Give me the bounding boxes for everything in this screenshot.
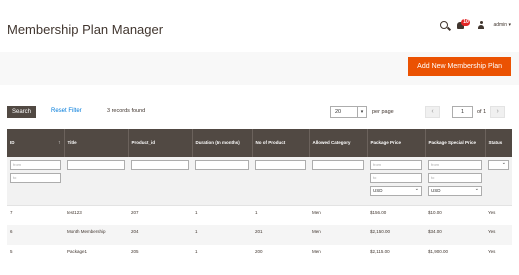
cell-no-of-product: 200	[255, 249, 263, 254]
filter-no-of-product	[252, 157, 309, 206]
cell-special-price: $1,900.00	[428, 249, 449, 254]
pagination: ‹ 1 of 1 ›	[425, 106, 506, 118]
filter-category	[309, 157, 367, 206]
cell-category: Men	[309, 225, 367, 245]
special-price-to-input[interactable]: to	[428, 173, 482, 183]
admin-menu[interactable]: admin ▾	[493, 22, 511, 28]
price-to-input[interactable]: to	[370, 173, 422, 183]
column-header-id[interactable]: ID ↑	[7, 129, 64, 157]
cell-no-of-product: 1	[255, 209, 258, 215]
cell-id: 5	[10, 249, 13, 254]
filter-product-id	[128, 157, 192, 206]
user-icon[interactable]	[478, 21, 485, 29]
page-total: of 1	[477, 109, 487, 115]
filter-duration	[192, 157, 252, 206]
cell-id: 7	[10, 209, 13, 215]
cell-category: Men	[312, 249, 321, 254]
column-header-product-id[interactable]: Product_id	[127, 129, 192, 157]
cell-no-of-product: 201	[252, 225, 309, 245]
filter-row: from to from to USD from to USD	[7, 157, 512, 206]
cell-special-price: $10.00	[428, 209, 442, 215]
reset-filter-link[interactable]: Reset Filter	[51, 108, 82, 114]
cell-duration: 1	[192, 225, 252, 245]
per-page-control: 20 ▾ per page	[330, 106, 394, 118]
filter-special-price: from to USD	[425, 157, 485, 206]
filter-status	[485, 157, 512, 206]
status-filter-select[interactable]	[488, 159, 509, 170]
filter-price: from to USD	[367, 157, 425, 206]
column-header-package-special-price[interactable]: Package Special Price	[424, 129, 485, 157]
next-page-button[interactable]: ›	[490, 106, 506, 118]
no-of-product-filter-input[interactable]	[255, 160, 306, 170]
per-page-select[interactable]: 20 ▾	[330, 106, 367, 118]
duration-filter-input[interactable]	[195, 160, 249, 170]
records-count: 3 records found	[107, 108, 146, 114]
price-from-input[interactable]: from	[370, 160, 422, 170]
notifications-button[interactable]: 10	[457, 19, 471, 30]
table-row[interactable]: 6 Month Membership 204 1 201 Men $2,150.…	[7, 225, 512, 245]
title-filter-input[interactable]	[67, 160, 125, 170]
column-header-package-price[interactable]: Package Price	[366, 129, 425, 157]
cell-product-id: 207	[131, 209, 139, 215]
column-header-no-of-product[interactable]: No of Product	[251, 129, 309, 157]
cell-title: Month Membership	[64, 225, 128, 245]
cell-price: $2,150.00	[367, 225, 425, 245]
cell-status: Yes	[488, 249, 496, 254]
table-row[interactable]: 5 Package1 205 1 200 Men $2,115.00 $1,90…	[7, 245, 512, 265]
column-header-title[interactable]: Title	[63, 129, 128, 157]
cell-product-id: 205	[131, 249, 139, 254]
id-from-input[interactable]: from	[10, 160, 61, 170]
page-actions-bar: Add New Membership Plan	[0, 52, 519, 85]
column-header-allowed-category[interactable]: Allowed Category	[308, 129, 367, 157]
membership-grid: ID ↑ Title Product_id Duration (In months…	[7, 129, 512, 265]
cell-duration: 1	[195, 249, 198, 254]
cell-status: Yes	[485, 225, 512, 245]
page-title: Membership Plan Manager	[7, 22, 164, 37]
search-button[interactable]: Search	[7, 106, 37, 118]
cell-status: Yes	[488, 209, 496, 215]
category-filter-input[interactable]	[312, 160, 364, 170]
special-price-currency-select[interactable]: USD	[428, 185, 482, 196]
page-header: Membership Plan Manager 10 admin ▾	[0, 0, 519, 52]
chevron-down-icon: ▾	[357, 107, 366, 117]
cell-price: $156.00	[370, 209, 387, 215]
previous-page-button[interactable]: ‹	[425, 106, 440, 118]
search-icon[interactable]	[440, 21, 449, 29]
cell-product-id: 204	[128, 225, 192, 245]
cell-duration: 1	[195, 209, 198, 215]
id-to-input[interactable]: to	[10, 173, 61, 183]
cell-category: Men	[312, 209, 321, 215]
add-membership-plan-button[interactable]: Add New Membership Plan	[408, 57, 511, 76]
sort-icon: ↑	[58, 140, 61, 146]
column-header-duration[interactable]: Duration (In months)	[191, 129, 252, 157]
filter-title	[64, 157, 128, 206]
notification-badge: 10	[461, 19, 471, 26]
table-row[interactable]: 7 test123 207 1 1 Men $156.00 $10.00 Yes	[7, 205, 512, 225]
product-id-filter-input[interactable]	[131, 160, 189, 170]
cell-special-price: $34.00	[425, 225, 485, 245]
grid-header-row: ID ↑ Title Product_id Duration (In months…	[7, 129, 512, 157]
cell-price: $2,115.00	[370, 249, 390, 254]
grid-toolbar: Search Reset Filter 3 records found 20 ▾…	[7, 106, 512, 120]
cell-title: Package1	[67, 249, 88, 254]
cell-id: 6	[7, 225, 64, 245]
per-page-label: per page	[372, 109, 394, 115]
per-page-value: 20	[335, 109, 342, 115]
cell-title: test123	[67, 209, 82, 215]
page-number-input[interactable]: 1	[452, 106, 473, 118]
price-currency-select[interactable]: USD	[370, 185, 422, 196]
column-header-status[interactable]: Status	[484, 129, 512, 157]
special-price-from-input[interactable]: from	[428, 160, 482, 170]
filter-id: from to	[7, 157, 64, 206]
header-actions: 10 admin ▾	[440, 19, 511, 30]
